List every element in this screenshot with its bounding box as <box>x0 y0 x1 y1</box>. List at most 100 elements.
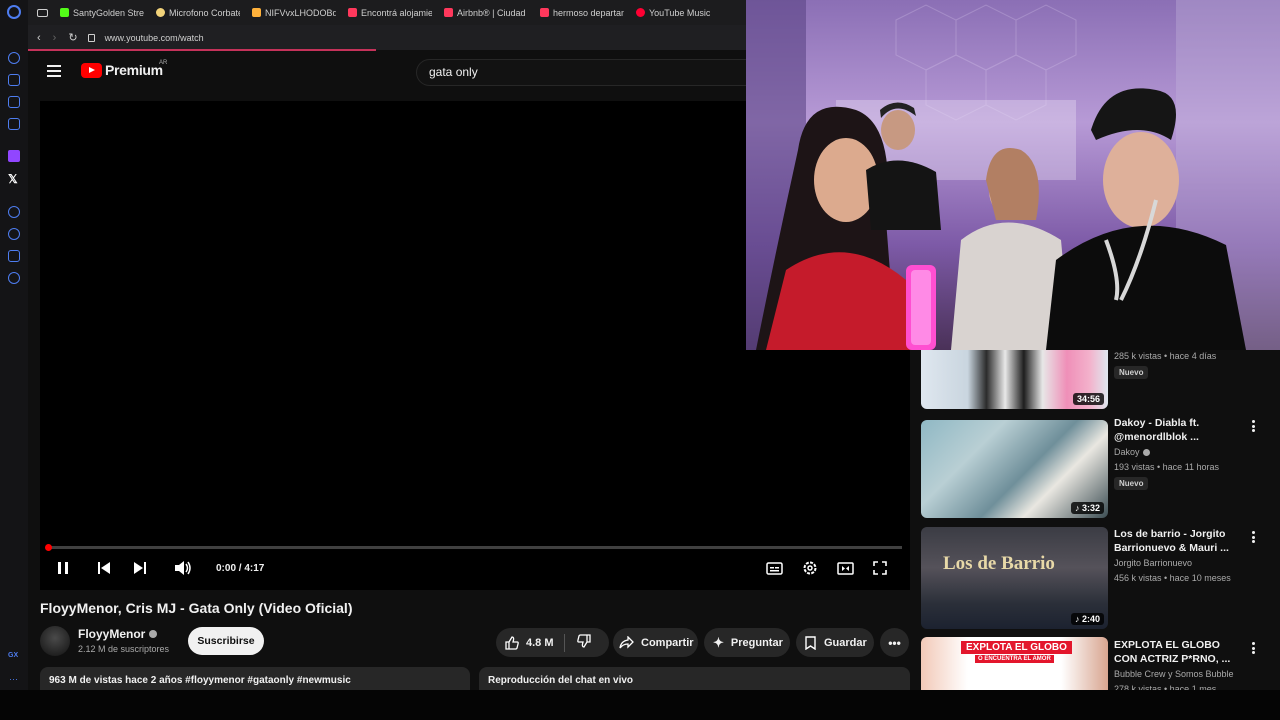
x-icon[interactable]: 𝕏 <box>8 172 18 186</box>
save-button[interactable]: Guardar <box>796 628 874 657</box>
sparkle-icon: ✦ <box>713 634 724 650</box>
sidebar-app-icon[interactable] <box>8 118 20 130</box>
video-meta: 193 vistas • hace 11 horas <box>1114 462 1220 472</box>
like-button[interactable]: 4.8 M <box>496 635 564 650</box>
recommendation-thumbnail[interactable]: ♪ 3:32 <box>921 420 1108 518</box>
sidebar-app-icon[interactable] <box>8 206 20 218</box>
forward-icon[interactable]: › <box>53 32 57 44</box>
channel-name[interactable]: Bubble Crew y Somos Bubble <box>1114 669 1234 679</box>
search-input[interactable]: gata only <box>416 59 756 86</box>
new-badge: Nuevo <box>1114 477 1149 490</box>
progress-bar[interactable] <box>48 546 902 549</box>
duration-badge: 34:56 <box>1072 393 1104 405</box>
thumbnail-text: EXPLOTA EL GLOBO <box>961 641 1072 654</box>
bookmark-favicon-icon <box>348 8 357 17</box>
next-button[interactable] <box>130 558 150 578</box>
video-meta: 456 k vistas • hace 10 meses <box>1114 573 1231 583</box>
sidebar-app-icon[interactable] <box>8 250 20 262</box>
url-field[interactable]: www.youtube.com/watch <box>105 33 204 43</box>
bookmark-label: NIFVvxLHODOBdS <box>265 7 336 18</box>
description-box[interactable]: 963 M de vistas hace 2 años #floyymenor … <box>40 667 470 691</box>
webcam-scene <box>746 0 1280 350</box>
live-chat-replay[interactable]: Reproducción del chat en vivo <box>479 667 910 691</box>
sidebar-app-icon[interactable] <box>8 96 20 108</box>
subtitles-icon[interactable] <box>764 558 784 578</box>
duration-badge: ♪ 3:32 <box>1070 502 1104 514</box>
time-display: 0:00 / 4:17 <box>216 563 265 574</box>
bookmark-favicon-icon <box>540 8 549 17</box>
video-title[interactable]: Los de barrio - Jorgito Barrionuevo & Ma… <box>1114 527 1240 555</box>
gx-icon[interactable]: GX <box>8 652 18 659</box>
twitch-icon[interactable] <box>8 150 20 162</box>
more-icon[interactable]: ··· <box>9 674 18 684</box>
pause-button[interactable] <box>53 558 73 578</box>
theater-mode-icon[interactable] <box>835 558 855 578</box>
more-vertical-icon[interactable] <box>1249 531 1257 543</box>
duration-text: 2:40 <box>1081 614 1100 624</box>
like-dislike-group: 4.8 M <box>496 628 609 657</box>
bookmark-label: Microfono Corbate <box>169 7 240 18</box>
more-actions-button[interactable]: ••• <box>880 628 909 657</box>
bookmark[interactable]: SantyGolden Strea <box>60 8 144 18</box>
more-horizontal-icon: ••• <box>888 635 901 650</box>
bookmark[interactable]: NIFVvxLHODOBdS <box>252 8 336 18</box>
bookmark[interactable]: Encontrá alojamie <box>348 8 432 18</box>
volume-icon[interactable] <box>173 558 193 578</box>
progress-scrubber[interactable] <box>45 544 52 551</box>
verified-icon <box>149 630 158 638</box>
bookmark[interactable]: Microfono Corbate <box>156 8 240 18</box>
back-icon[interactable]: ‹ <box>37 32 41 44</box>
dislike-button[interactable] <box>565 634 591 651</box>
duration-text: 3:32 <box>1081 503 1100 513</box>
ask-label: Preguntar <box>730 636 783 649</box>
history-icon[interactable] <box>8 228 20 240</box>
menu-icon[interactable] <box>47 65 61 77</box>
ask-button[interactable]: ✦ Preguntar <box>704 628 790 657</box>
recommendation-thumbnail[interactable]: 34:56 <box>921 350 1108 409</box>
bookmark-icon <box>805 635 816 650</box>
subscriber-count: 2.12 M de suscriptores <box>78 644 170 654</box>
bookmark-favicon-icon <box>636 8 645 17</box>
country-code: AR <box>159 60 168 66</box>
settings-icon[interactable] <box>8 272 20 284</box>
settings-gear-icon[interactable] <box>800 558 820 578</box>
video-title[interactable]: EXPLOTA EL GLOBO CON ACTRIZ P*RNO, ... <box>1114 638 1240 666</box>
subscribe-button[interactable]: Suscribirse <box>188 627 264 655</box>
channel-name-text: FloyyMenor <box>78 627 146 641</box>
share-button[interactable]: Compartir <box>613 628 698 657</box>
tab-overview-icon[interactable] <box>37 8 48 17</box>
channel-name[interactable]: FloyyMenor <box>78 627 158 641</box>
bookmark-label: Airbnb® | Ciudad d <box>457 7 528 18</box>
thumbnail-text: Los de Barrio <box>943 553 1055 574</box>
bookmark[interactable]: hermoso departam <box>540 8 624 18</box>
video-meta: 285 k vistas • hace 4 días <box>1114 351 1217 361</box>
previous-button[interactable] <box>94 558 114 578</box>
more-vertical-icon[interactable] <box>1249 420 1257 432</box>
channel-name[interactable]: Dakoy <box>1114 447 1150 457</box>
like-count: 4.8 M <box>526 636 554 649</box>
recommendation-thumbnail[interactable]: Los de Barrio ♪ 2:40 <box>921 527 1108 629</box>
webcam-overlay <box>746 0 1280 350</box>
bookmark-favicon-icon <box>444 8 453 17</box>
verified-icon <box>1142 448 1150 456</box>
video-title[interactable]: Dakoy - Diabla ft. @menordlblok ... <box>1114 416 1240 444</box>
sidebar-app-icon[interactable] <box>8 52 20 64</box>
fullscreen-icon[interactable] <box>870 558 890 578</box>
bookmark-favicon-icon <box>156 8 165 17</box>
sidebar-app-icon[interactable] <box>8 74 20 86</box>
bookmark[interactable]: Airbnb® | Ciudad d <box>444 8 528 18</box>
channel-avatar[interactable] <box>40 626 70 656</box>
youtube-logo[interactable]: Premium <box>81 62 163 78</box>
recommendation-thumbnail[interactable]: EXPLOTA EL GLOBO O ENCUENTRA EL AMOR <box>921 637 1108 690</box>
opera-logo-icon[interactable] <box>7 5 21 19</box>
lock-icon <box>87 33 95 42</box>
save-label: Guardar <box>824 636 867 649</box>
share-label: Compartir <box>641 636 694 649</box>
channel-name[interactable]: Jorgito Barrionuevo <box>1114 558 1192 568</box>
youtube-play-icon <box>81 62 102 78</box>
new-badge: Nuevo <box>1114 366 1149 379</box>
more-vertical-icon[interactable] <box>1249 642 1257 654</box>
thumbs-up-icon <box>505 635 519 650</box>
reload-icon[interactable]: ↻ <box>68 31 77 44</box>
bookmark[interactable]: YouTube Music <box>636 8 710 18</box>
